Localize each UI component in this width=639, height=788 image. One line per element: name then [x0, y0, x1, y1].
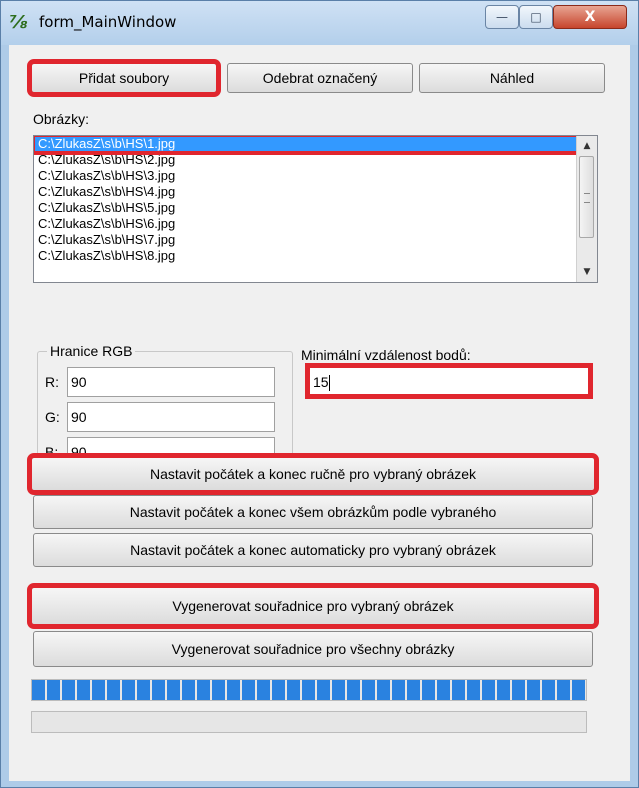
rgb-group-title: Hranice RGB	[47, 343, 136, 359]
g-input[interactable]: 90	[67, 402, 275, 432]
scroll-up-icon[interactable]: ▲	[579, 138, 595, 154]
r-label: R:	[45, 374, 59, 390]
images-listbox[interactable]: C:\ZlukasZ\s\b\HS\1.jpg C:\ZlukasZ\s\b\HS…	[33, 135, 598, 283]
g-label: G:	[45, 409, 60, 425]
image-list-item[interactable]: C:\ZlukasZ\s\b\HS\8.jpg	[34, 248, 597, 264]
maximize-button[interactable]: □	[519, 5, 553, 29]
r-input[interactable]: 90	[67, 367, 275, 397]
maximize-icon: □	[530, 10, 542, 24]
progress-bar-primary	[31, 679, 587, 701]
image-list-item[interactable]: C:\ZlukasZ\s\b\HS\3.jpg	[34, 168, 597, 184]
minimize-button[interactable]: —	[485, 5, 519, 29]
list-scrollbar[interactable]: ▲ ▼	[576, 136, 597, 282]
remove-selected-button[interactable]: Odebrat označený	[227, 63, 413, 93]
app-logo-icon: ⅞	[9, 12, 28, 33]
set-auto-button[interactable]: Nastavit počátek a konec automaticky pro…	[33, 533, 593, 567]
close-button[interactable]: X	[553, 5, 627, 29]
set-all-by-selected-button[interactable]: Nastavit počátek a konec všem obrázkům p…	[33, 495, 593, 529]
add-files-button[interactable]: Přidat soubory	[27, 59, 221, 97]
image-list-item[interactable]: C:\ZlukasZ\s\b\HS\5.jpg	[34, 200, 597, 216]
main-window: ⅞ form_MainWindow — □ X Přidat soubory O…	[0, 0, 639, 788]
image-list: C:\ZlukasZ\s\b\HS\1.jpg C:\ZlukasZ\s\b\HS…	[34, 136, 597, 264]
images-label: Obrázky:	[33, 111, 90, 127]
title-bar[interactable]: ⅞ form_MainWindow — □ X	[1, 1, 638, 45]
min-distance-input[interactable]: 15	[305, 363, 593, 399]
preview-button[interactable]: Náhled	[419, 63, 605, 93]
minimize-icon: —	[496, 10, 508, 24]
image-list-item[interactable]: C:\ZlukasZ\s\b\HS\1.jpg	[34, 136, 597, 155]
image-list-item[interactable]: C:\ZlukasZ\s\b\HS\6.jpg	[34, 216, 597, 232]
generate-selected-button[interactable]: Vygenerovat souřadnice pro vybraný obráz…	[27, 583, 599, 629]
min-distance-value: 15	[313, 374, 329, 390]
image-list-item[interactable]: C:\ZlukasZ\s\b\HS\7.jpg	[34, 232, 597, 248]
image-list-item[interactable]: C:\ZlukasZ\s\b\HS\4.jpg	[34, 184, 597, 200]
image-list-item[interactable]: C:\ZlukasZ\s\b\HS\2.jpg	[34, 152, 597, 168]
set-manual-button[interactable]: Nastavit počátek a konec ručně pro vybra…	[27, 453, 599, 495]
text-caret	[328, 375, 330, 392]
progress-fill-primary	[32, 680, 586, 700]
generate-all-button[interactable]: Vygenerovat souřadnice pro všechny obráz…	[33, 631, 593, 667]
client-area: Přidat soubory Odebrat označený Náhled O…	[9, 45, 630, 781]
window-title: form_MainWindow	[39, 13, 177, 31]
scroll-thumb[interactable]	[579, 156, 594, 238]
progress-bar-secondary	[31, 711, 587, 733]
min-distance-label: Minimální vzdálenost bodů:	[301, 347, 471, 363]
grip-icon	[584, 193, 590, 203]
scroll-down-icon[interactable]: ▼	[579, 264, 595, 280]
close-icon: X	[584, 9, 596, 25]
